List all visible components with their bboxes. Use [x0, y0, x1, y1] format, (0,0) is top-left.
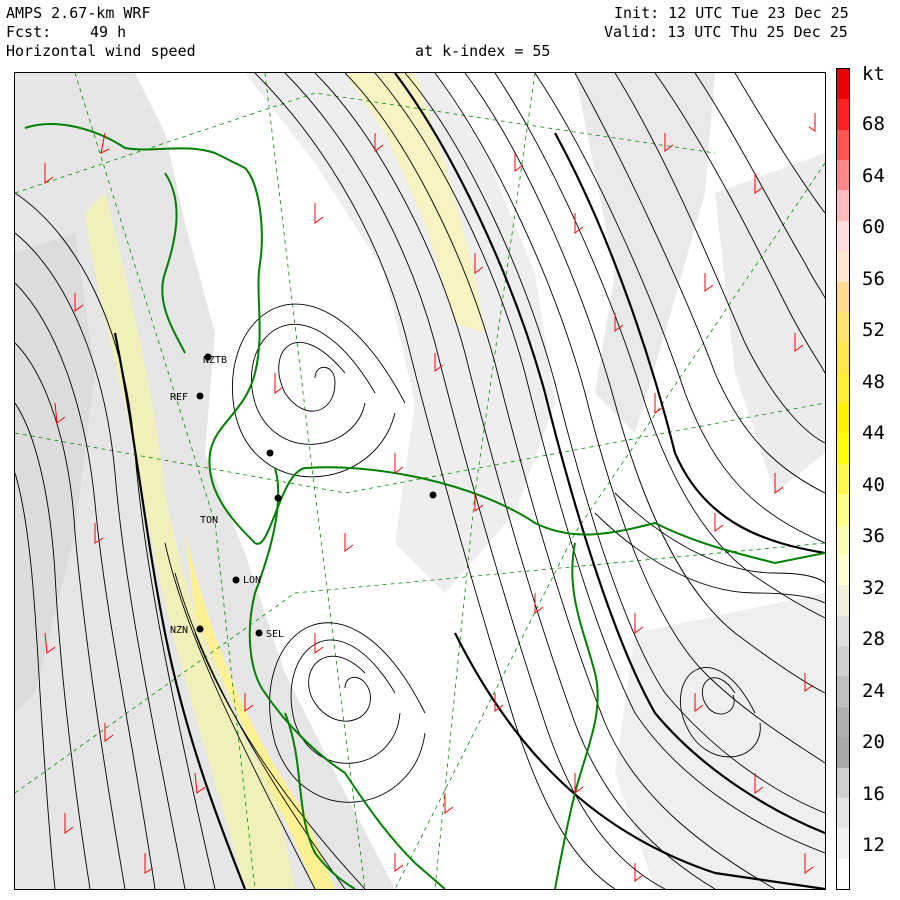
- wind-speed-map: NZTB REF TON LON NZN SEL: [14, 72, 826, 890]
- colorbar-segment: [837, 554, 849, 586]
- station-label-nzn: NZN: [170, 625, 188, 636]
- colorbar-segment: [837, 433, 849, 465]
- station-label-sel: SEL: [266, 629, 284, 640]
- colorbar-segment: [837, 463, 849, 495]
- model-title: AMPS 2.67-km WRF: [6, 4, 151, 22]
- forecast-hours: 49 h: [90, 23, 127, 41]
- station-label-nztb: NZTB: [203, 355, 227, 366]
- colorbar-segment: [837, 494, 849, 526]
- colorbar-tick-label: 52: [862, 319, 885, 341]
- colorbar-segment: [837, 615, 849, 647]
- colorbar-tick-label: 60: [862, 216, 885, 238]
- colorbar-tick-label: 64: [862, 164, 885, 187]
- colorbar-segment: [837, 737, 849, 768]
- colorbar-segment: [837, 160, 849, 191]
- colorbar-segment: [837, 342, 849, 374]
- colorbar-segment: [837, 281, 849, 313]
- init-time: Init: 12 UTC Tue 23 Dec 25: [614, 4, 849, 22]
- colorbar-tick-label: 44: [862, 422, 885, 444]
- colorbar-tick-label: 40: [862, 473, 885, 496]
- colorbar-tick-label: 24: [862, 679, 885, 702]
- wind-speed-shading: [15, 73, 825, 889]
- station-label-ton: TON: [200, 515, 218, 526]
- colorbar-segment: [837, 524, 849, 556]
- station-dot: [429, 491, 437, 499]
- level-label: at k-index = 55: [415, 42, 551, 60]
- colorbar-segment: [837, 190, 849, 222]
- field-title: Horizontal wind speed: [6, 42, 196, 60]
- station-label-ref: REF: [170, 392, 188, 403]
- station-label-lon: LON: [243, 575, 261, 586]
- station-dot: [196, 392, 204, 400]
- colorbar-tick-label: 68: [862, 113, 885, 135]
- colorbar-segment: [837, 372, 849, 404]
- colorbar-segment: [837, 797, 849, 829]
- colorbar-tick-label: 48: [862, 370, 885, 393]
- colorbar-segment: [837, 828, 849, 860]
- map-svg: NZTB REF TON LON NZN SEL: [15, 73, 825, 889]
- station-dot: [196, 625, 204, 633]
- station-dot: [232, 576, 240, 584]
- colorbar-segment: [837, 585, 849, 617]
- colorbar-segment: [837, 129, 849, 161]
- colorbar-tick-label: 20: [862, 731, 885, 753]
- colorbar-segment: [837, 220, 849, 252]
- colorbar-tick-label: 36: [862, 525, 885, 547]
- station-dot: [266, 449, 274, 457]
- colorbar-tick-label: 16: [862, 782, 885, 805]
- colorbar-segment: [837, 706, 849, 738]
- forecast-label: Fcst:: [6, 23, 52, 41]
- colorbar: [836, 68, 850, 890]
- colorbar-tick-label: 12: [862, 834, 885, 856]
- colorbar-tick-label: 28: [862, 628, 885, 650]
- colorbar-segment: [837, 403, 849, 434]
- colorbar-tick-label: 56: [862, 267, 885, 290]
- colorbar-segment: [837, 646, 849, 677]
- colorbar-segment: [837, 69, 849, 100]
- colorbar-segment: [837, 767, 849, 799]
- colorbar-segment: [837, 99, 849, 131]
- colorbar-segment: [837, 858, 849, 890]
- station-dot: [255, 629, 263, 637]
- colorbar-tick-label: 32: [862, 576, 885, 599]
- station-dot: [274, 494, 282, 502]
- colorbar-segment: [837, 251, 849, 283]
- valid-time: Valid: 13 UTC Thu 25 Dec 25: [604, 23, 848, 41]
- colorbar-segment: [837, 311, 849, 343]
- colorbar-segment: [837, 676, 849, 708]
- colorbar-unit: kt: [862, 63, 885, 85]
